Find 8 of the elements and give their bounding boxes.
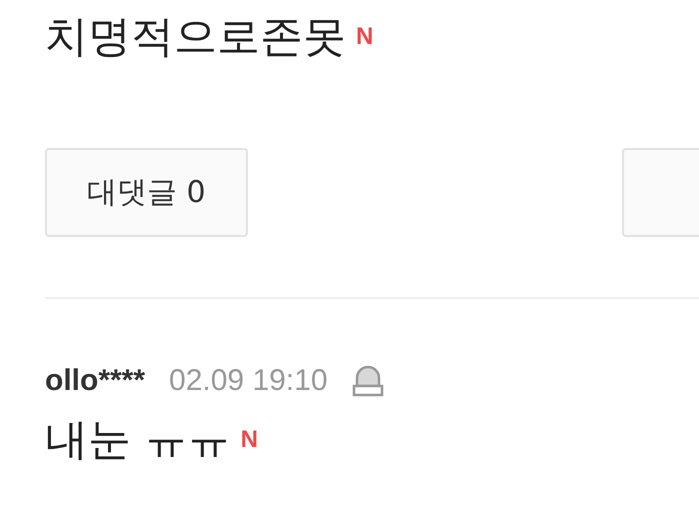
comment-text: 치명적으로존못	[45, 12, 346, 62]
author-name: ollo****	[45, 364, 146, 398]
new-label: N	[240, 428, 258, 452]
report-icon[interactable]	[352, 364, 384, 398]
new-label: N	[356, 25, 374, 49]
reply-button[interactable]: 대댓글 0	[45, 148, 248, 237]
comment-time: 02.09 19:10	[169, 364, 328, 398]
comment-text: 내눈 ㅠㅠ	[45, 415, 231, 465]
